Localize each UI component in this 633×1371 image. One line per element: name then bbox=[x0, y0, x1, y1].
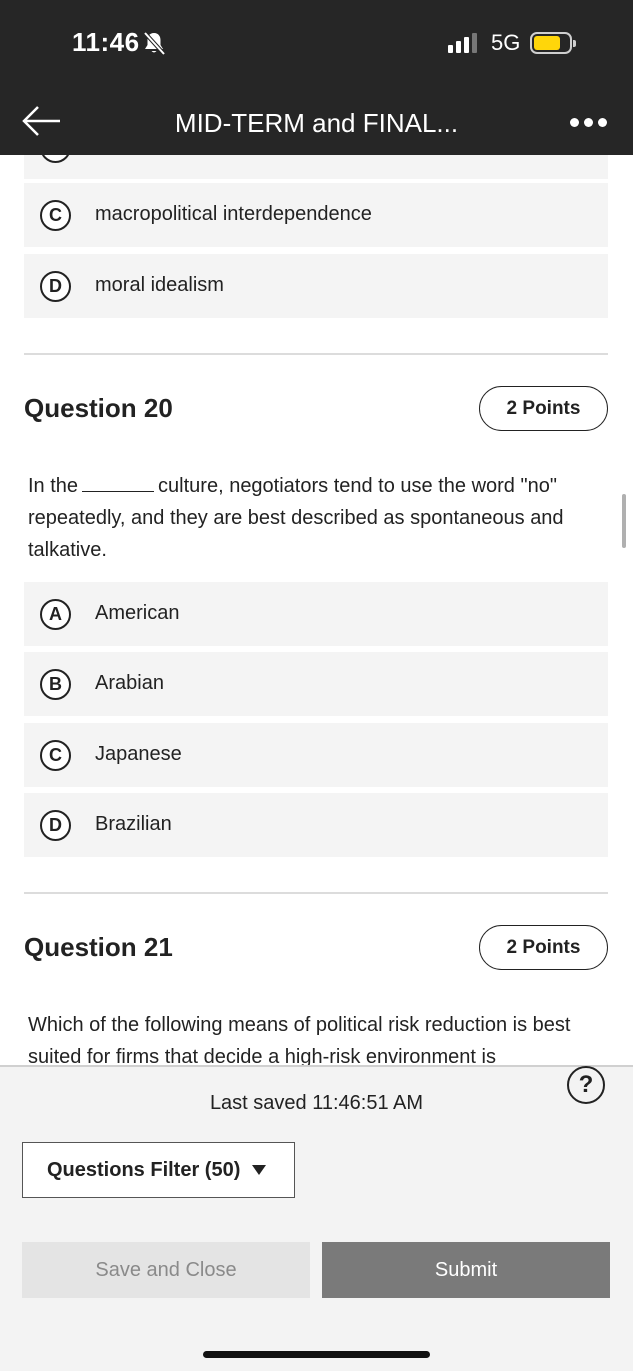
divider bbox=[24, 892, 608, 894]
scrollbar[interactable] bbox=[622, 494, 626, 548]
points-badge: 2 Points bbox=[479, 386, 608, 431]
questions-filter-dropdown[interactable]: Questions Filter (50) bbox=[22, 1142, 295, 1198]
status-bar: 11:46 5G bbox=[0, 0, 633, 88]
app-header: MID-TERM and FINAL... bbox=[0, 88, 633, 155]
question-title: Question 21 bbox=[24, 932, 173, 962]
divider bbox=[24, 353, 608, 355]
save-and-close-button[interactable]: Save and Close bbox=[22, 1242, 310, 1298]
answer-option-partial[interactable] bbox=[24, 155, 608, 179]
option-text: macropolitical interdependence bbox=[95, 203, 372, 225]
option-text: Japanese bbox=[95, 743, 182, 765]
option-text: moral idealism bbox=[95, 274, 224, 296]
home-indicator[interactable] bbox=[203, 1351, 430, 1358]
question-text: Which of the following means of politica… bbox=[28, 1014, 571, 1065]
bell-slash-icon bbox=[143, 31, 166, 56]
caret-down-icon bbox=[252, 1165, 267, 1175]
answer-option[interactable]: A American bbox=[24, 582, 608, 646]
answer-option[interactable]: D moral idealism bbox=[24, 254, 608, 318]
option-letter: D bbox=[40, 271, 71, 302]
option-letter: C bbox=[40, 740, 71, 771]
option-text: American bbox=[95, 602, 180, 624]
answer-option[interactable]: C Japanese bbox=[24, 723, 608, 787]
answer-option[interactable]: B Arabian bbox=[24, 652, 608, 716]
signal-icon bbox=[448, 33, 477, 53]
blank-line bbox=[82, 478, 155, 492]
more-dots-icon[interactable] bbox=[570, 118, 607, 127]
submit-button[interactable]: Submit bbox=[322, 1242, 610, 1298]
question-text: In the culture, negotiators tend to use t… bbox=[28, 475, 564, 561]
option-text: Arabian bbox=[95, 672, 164, 694]
battery-icon bbox=[530, 32, 576, 54]
option-letter: D bbox=[40, 810, 71, 841]
option-letter-circle bbox=[40, 155, 71, 163]
option-letter: C bbox=[40, 200, 71, 231]
option-letter: B bbox=[40, 669, 71, 700]
option-text: Brazilian bbox=[95, 813, 172, 835]
page-title: MID-TERM and FINAL... bbox=[174, 108, 459, 138]
answer-option[interactable]: C macropolitical interdependence bbox=[24, 183, 608, 247]
points-badge: 2 Points bbox=[479, 925, 608, 970]
answer-option[interactable]: D Brazilian bbox=[24, 793, 608, 857]
question-list[interactable]: C macropolitical interdependence D moral… bbox=[0, 155, 633, 1065]
question-title: Question 20 bbox=[24, 393, 173, 423]
option-letter: A bbox=[40, 599, 71, 630]
filter-label: Questions Filter (50) bbox=[47, 1158, 241, 1181]
network-type: 5G bbox=[491, 30, 521, 55]
status-time: 11:46 bbox=[72, 27, 140, 57]
last-saved-status: Last saved 11:46:51 AM bbox=[209, 1092, 424, 1114]
